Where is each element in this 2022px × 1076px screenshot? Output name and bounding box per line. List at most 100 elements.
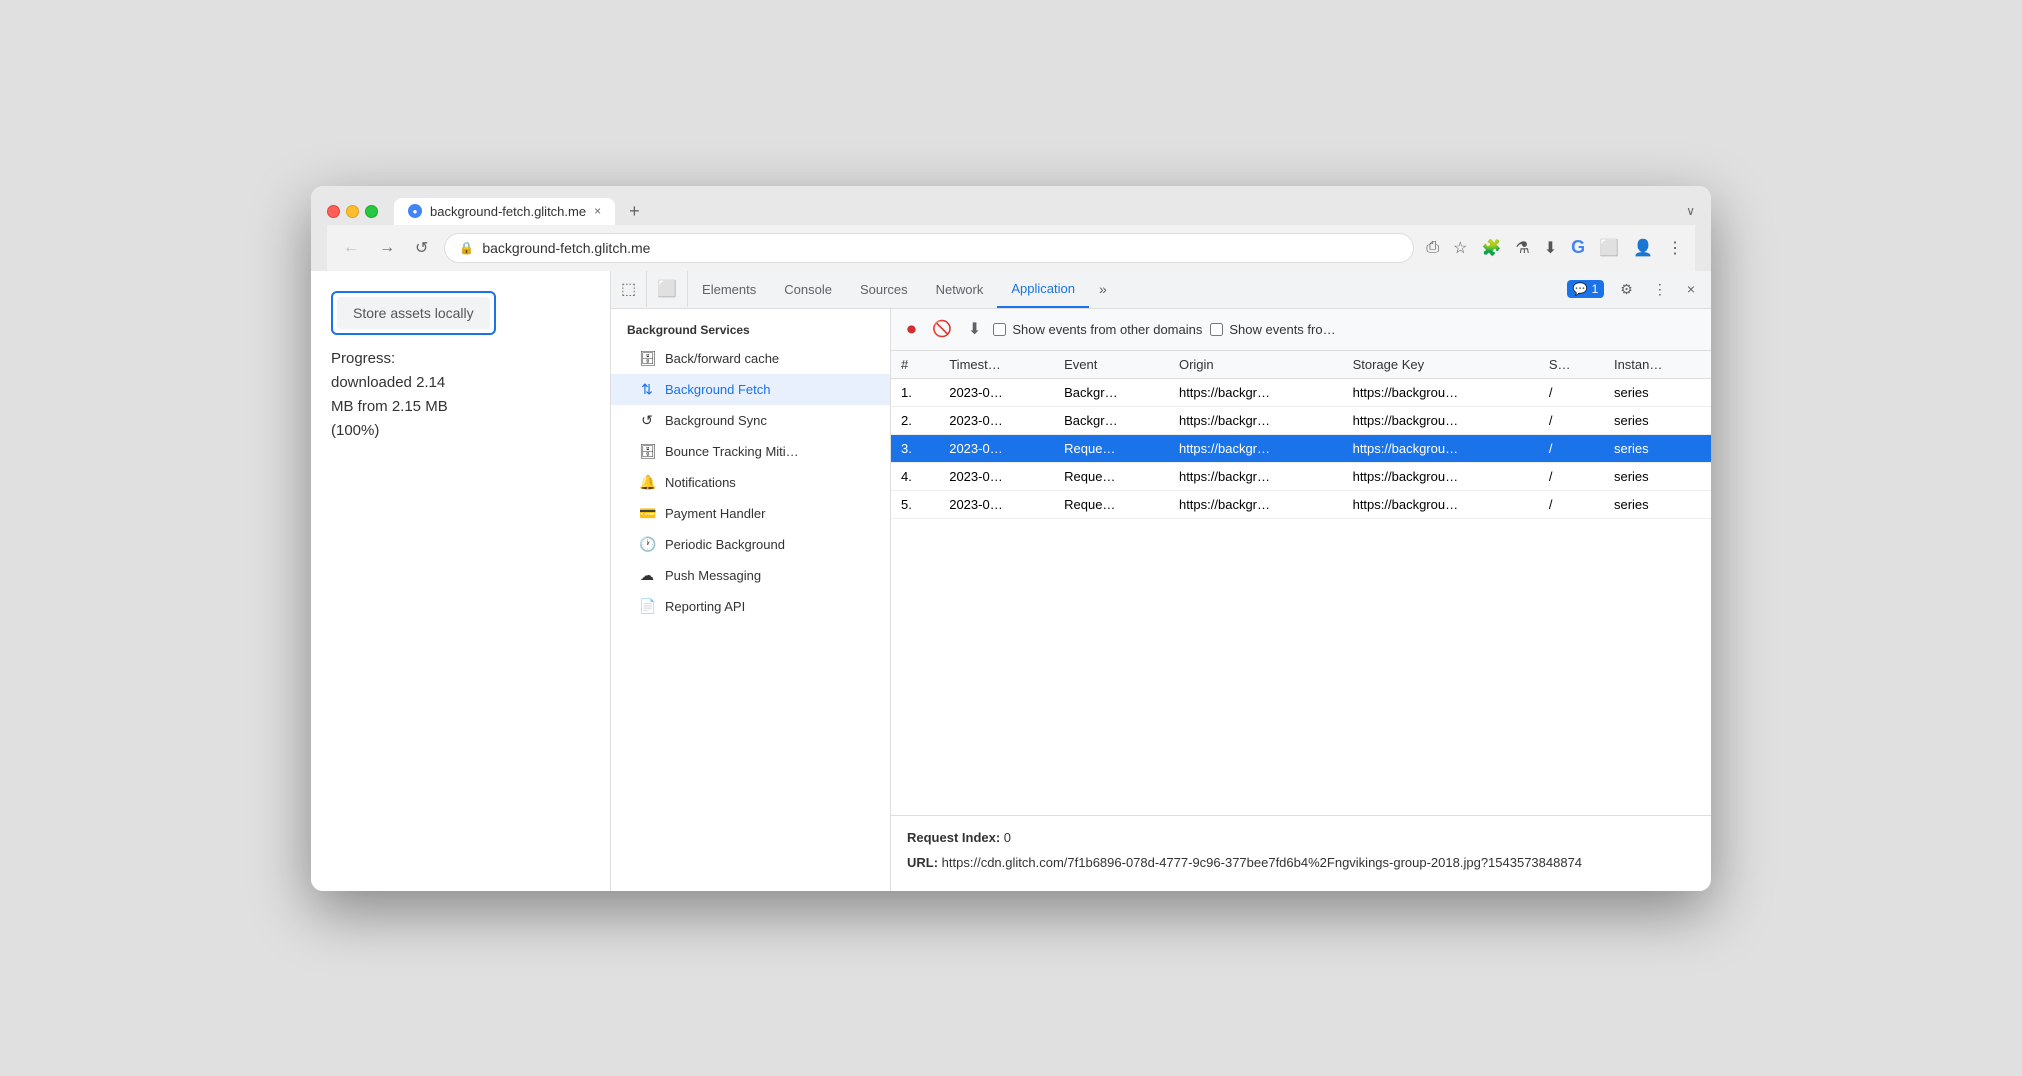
col-timestamp: Timest… xyxy=(939,351,1054,379)
reload-button[interactable]: ↺ xyxy=(411,234,432,262)
sidebar-item-backforward[interactable]: 🗄 Back/forward cache xyxy=(611,343,890,374)
table-row[interactable]: 3.2023-0…Reque…https://backgr…https://ba… xyxy=(891,434,1711,462)
table-row[interactable]: 4.2023-0…Reque…https://backgr…https://ba… xyxy=(891,462,1711,490)
sidebar-item-label: Payment Handler xyxy=(665,506,765,521)
events-fro-input[interactable] xyxy=(1210,323,1223,336)
table-row[interactable]: 5.2023-0…Reque…https://backgr…https://ba… xyxy=(891,490,1711,518)
table-cell: Backgr… xyxy=(1054,406,1169,434)
sidebar-item-notifications[interactable]: 🔔 Notifications xyxy=(611,467,890,498)
progress-line3: MB from 2.15 MB xyxy=(331,398,448,415)
sidebar-item-push-messaging[interactable]: ☁ Push Messaging xyxy=(611,560,890,591)
table-cell: Reque… xyxy=(1054,490,1169,518)
other-domains-input[interactable] xyxy=(993,323,1006,336)
record-button[interactable]: ⏺ xyxy=(903,315,920,344)
table-cell: https://backgr… xyxy=(1169,378,1343,406)
address-bar[interactable]: 🔒 background-fetch.glitch.me xyxy=(444,233,1414,263)
col-event: Event xyxy=(1054,351,1169,379)
bookmark-icon[interactable]: ☆ xyxy=(1453,238,1467,258)
download-icon[interactable]: ⬇ xyxy=(1544,238,1557,258)
new-tab-button[interactable]: + xyxy=(623,199,646,224)
tab-row: ● background-fetch.glitch.me × + ∨ xyxy=(327,198,1695,225)
browser-window: ● background-fetch.glitch.me × + ∨ ← → ↺… xyxy=(311,186,1711,891)
close-traffic-light[interactable] xyxy=(327,205,340,218)
store-button-wrapper: Store assets locally xyxy=(331,291,496,335)
tab-close-button[interactable]: × xyxy=(594,204,601,218)
detail-panel: Request Index: 0 URL: https://cdn.glitch… xyxy=(891,815,1711,891)
events-table: # Timest… Event Origin Storage Key S… In… xyxy=(891,351,1711,519)
tab-network[interactable]: Network xyxy=(922,272,998,307)
back-button[interactable]: ← xyxy=(339,235,363,261)
devtools-more-icon[interactable]: ⋮ xyxy=(1645,275,1675,304)
forward-button[interactable]: → xyxy=(375,235,399,261)
table-cell: https://backgrou… xyxy=(1343,378,1539,406)
table-row[interactable]: 2.2023-0…Backgr…https://backgr…https://b… xyxy=(891,406,1711,434)
col-origin: Origin xyxy=(1169,351,1343,379)
table-cell: / xyxy=(1539,490,1604,518)
table-cell: Backgr… xyxy=(1054,378,1169,406)
tab-favicon: ● xyxy=(408,204,422,218)
address-row: ← → ↺ 🔒 background-fetch.glitch.me ⎙ ☆ 🧩… xyxy=(327,225,1695,271)
fullscreen-traffic-light[interactable] xyxy=(365,205,378,218)
active-tab[interactable]: ● background-fetch.glitch.me × xyxy=(394,198,615,225)
download-events-button[interactable]: ⬇ xyxy=(964,315,985,343)
sidebar-item-label: Periodic Background xyxy=(665,537,785,552)
google-icon[interactable]: G xyxy=(1571,237,1585,258)
show-other-domains-checkbox[interactable]: Show events from other domains xyxy=(993,322,1202,337)
events-table-container: # Timest… Event Origin Storage Key S… In… xyxy=(891,351,1711,815)
profile-icon[interactable]: 👤 xyxy=(1633,238,1653,258)
panel-toolbar: ⏺ 🚫 ⬇ Show events from other domains Sho… xyxy=(891,309,1711,351)
sidebar-item-payment-handler[interactable]: 💳 Payment Handler xyxy=(611,498,890,529)
table-cell: series xyxy=(1604,462,1711,490)
devtools-responsive-icon[interactable]: ⬜ xyxy=(647,271,688,307)
table-cell: 2023-0… xyxy=(939,406,1054,434)
table-cell: Reque… xyxy=(1054,462,1169,490)
table-cell: https://backgrou… xyxy=(1343,434,1539,462)
tab-console[interactable]: Console xyxy=(770,272,846,307)
sidebar-item-label: Notifications xyxy=(665,475,736,490)
table-row[interactable]: 1.2023-0…Backgr…https://backgr…https://b… xyxy=(891,378,1711,406)
clear-button[interactable]: 🚫 xyxy=(928,315,956,343)
request-index-line: Request Index: 0 xyxy=(907,828,1695,848)
background-sync-icon: ↺ xyxy=(639,412,655,429)
tab-title: background-fetch.glitch.me xyxy=(430,204,586,219)
minimize-traffic-light[interactable] xyxy=(346,205,359,218)
progress-line4: (100%) xyxy=(331,422,379,439)
show-events-fro-checkbox[interactable]: Show events fro… xyxy=(1210,322,1335,337)
sidebar-item-background-fetch[interactable]: ⇅ Background Fetch xyxy=(611,374,890,405)
devtools-tabs-bar: ⬚ ⬜ Elements Console Sources Network App… xyxy=(611,271,1711,309)
backforward-icon: 🗄 xyxy=(639,350,655,367)
settings-icon[interactable]: ⚙ xyxy=(1612,275,1641,304)
sidebar-item-periodic-background[interactable]: 🕐 Periodic Background xyxy=(611,529,890,560)
tab-sources[interactable]: Sources xyxy=(846,272,922,307)
background-fetch-icon: ⇅ xyxy=(639,381,655,398)
url-line: URL: https://cdn.glitch.com/7f1b6896-078… xyxy=(907,853,1695,873)
periodic-background-icon: 🕐 xyxy=(639,536,655,553)
console-badge[interactable]: 💬 1 xyxy=(1567,280,1605,298)
traffic-lights xyxy=(327,205,378,218)
col-storage-key: Storage Key xyxy=(1343,351,1539,379)
table-cell: 3. xyxy=(891,434,939,462)
devtools-icon[interactable]: ⚗ xyxy=(1515,238,1529,258)
checkbox-label-text: Show events from other domains xyxy=(1012,322,1202,337)
table-cell: 2023-0… xyxy=(939,378,1054,406)
table-cell: 2. xyxy=(891,406,939,434)
devtools-close-icon[interactable]: × xyxy=(1679,275,1703,303)
push-messaging-icon: ☁ xyxy=(639,567,655,584)
sidebar-item-background-sync[interactable]: ↺ Background Sync xyxy=(611,405,890,436)
more-tabs-button[interactable]: » xyxy=(1089,273,1117,305)
sidebar-item-bounce-tracking[interactable]: 🗄 Bounce Tracking Miti… xyxy=(611,436,890,467)
tab-menu-button[interactable]: ∨ xyxy=(1686,204,1695,218)
sidebar-item-reporting-api[interactable]: 📄 Reporting API xyxy=(611,591,890,622)
share-icon[interactable]: ⎙ xyxy=(1426,239,1439,257)
tab-elements[interactable]: Elements xyxy=(688,272,770,307)
table-cell: 2023-0… xyxy=(939,434,1054,462)
store-assets-button[interactable]: Store assets locally xyxy=(337,297,490,329)
sidebar-item-label: Reporting API xyxy=(665,599,745,614)
notifications-icon: 🔔 xyxy=(639,474,655,491)
split-view-icon[interactable]: ⬜ xyxy=(1599,238,1619,258)
chrome-menu-icon[interactable]: ⋮ xyxy=(1667,238,1683,258)
devtools-pointer-icon[interactable]: ⬚ xyxy=(611,271,647,307)
extensions-icon[interactable]: 🧩 xyxy=(1481,238,1501,258)
table-cell: / xyxy=(1539,378,1604,406)
tab-application[interactable]: Application xyxy=(997,271,1089,308)
